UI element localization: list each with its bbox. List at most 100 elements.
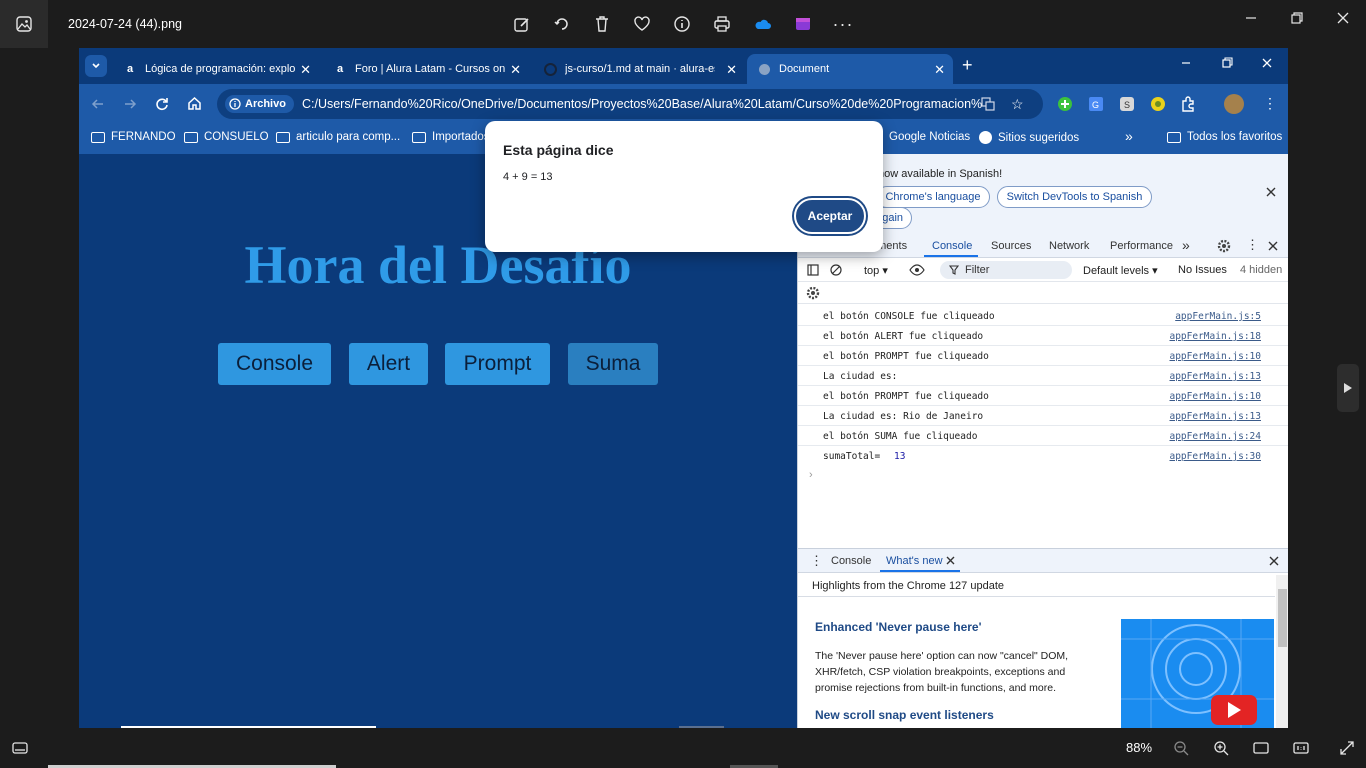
restore-icon[interactable] <box>1283 4 1311 32</box>
extensions-puzzle-icon[interactable] <box>1178 93 1200 115</box>
browser-restore-icon[interactable] <box>1221 57 1233 69</box>
log-source-link[interactable]: appFerMain.js:10 <box>1169 351 1261 362</box>
home-icon[interactable] <box>187 96 202 111</box>
more-options-icon[interactable]: ··· <box>829 10 857 38</box>
drawer-menu-icon[interactable]: ⋮ <box>810 553 823 569</box>
new-tab-icon[interactable]: + <box>962 56 973 74</box>
drawer-tab-whats-new[interactable]: What's new <box>886 555 943 567</box>
tab-console[interactable]: Console <box>932 240 972 252</box>
bookmark-todos-favoritos[interactable]: Todos los favoritos <box>1167 131 1282 143</box>
tab-performance[interactable]: Performance <box>1110 240 1173 252</box>
console-settings-icon[interactable] <box>806 286 820 300</box>
bookmark-folder-articulo[interactable]: articulo para comp... <box>276 131 400 143</box>
bookmark-folder-importados[interactable]: Importados <box>412 131 490 143</box>
tab-foro[interactable]: a Foro | Alura Latam - Cursos onli ✕ <box>323 54 529 84</box>
switch-devtools-spanish-chip[interactable]: Switch DevTools to Spanish <box>997 186 1152 208</box>
console-prompt-icon[interactable]: › <box>809 469 813 481</box>
bookmark-google-noticias[interactable]: Google Noticias <box>889 131 970 143</box>
zoom-in-icon[interactable] <box>1207 734 1235 762</box>
filmstrip-icon[interactable] <box>6 734 34 762</box>
aceptar-button[interactable]: Aceptar <box>794 198 866 234</box>
translate-icon[interactable] <box>981 97 995 111</box>
drawer-tab-console[interactable]: Console <box>831 555 871 567</box>
log-source-link[interactable]: appFerMain.js:5 <box>1175 311 1261 322</box>
scrollbar-thumb[interactable] <box>1278 589 1287 647</box>
log-source-link[interactable]: appFerMain.js:18 <box>1169 331 1261 342</box>
suma-button[interactable]: Suma <box>568 343 658 385</box>
console-button[interactable]: Console <box>218 343 331 385</box>
console-filter-input[interactable]: Filter <box>940 261 1072 279</box>
drawer-close-icon[interactable] <box>1269 556 1279 566</box>
default-levels-dropdown[interactable]: Default levels ▾ <box>1083 264 1158 277</box>
browser-menu-icon[interactable]: ⋮ <box>1263 96 1277 110</box>
tab-sources[interactable]: Sources <box>991 240 1031 252</box>
tab-close-icon[interactable]: ✕ <box>300 62 311 78</box>
feature-video-thumbnail[interactable] <box>1121 619 1274 728</box>
file-badge[interactable]: Archivo <box>225 95 294 113</box>
tab-search-icon[interactable] <box>85 55 107 77</box>
devtools-settings-icon[interactable] <box>1217 239 1231 253</box>
extension-s-icon[interactable]: S <box>1116 93 1138 115</box>
alert-button[interactable]: Alert <box>349 343 428 385</box>
fullscreen-icon[interactable] <box>1333 734 1361 762</box>
reload-icon[interactable] <box>155 97 169 111</box>
browser-close-icon[interactable] <box>1261 57 1273 69</box>
log-source-link[interactable]: appFerMain.js:24 <box>1169 431 1261 442</box>
bookmarks-overflow-icon[interactable]: » <box>1125 128 1133 144</box>
zoom-out-icon[interactable] <box>1167 734 1195 762</box>
tab-logica[interactable]: a Lógica de programación: explor ✕ <box>113 54 319 84</box>
print-icon[interactable] <box>708 10 736 38</box>
banner-close-icon[interactable] <box>1266 187 1276 197</box>
delete-icon[interactable] <box>588 10 616 38</box>
gallery-icon[interactable] <box>0 0 48 48</box>
tab-close-icon[interactable]: ✕ <box>726 62 737 78</box>
back-icon[interactable] <box>91 97 105 111</box>
log-source-link[interactable]: appFerMain.js:30 <box>1169 451 1261 462</box>
extension-yellow-icon[interactable] <box>1147 93 1169 115</box>
drawer-tab-close-icon[interactable] <box>946 556 955 565</box>
next-image-icon[interactable] <box>1337 364 1359 412</box>
log-source-link[interactable]: appFerMain.js:10 <box>1169 391 1261 402</box>
fit-to-window-icon[interactable] <box>1247 734 1275 762</box>
actual-size-icon[interactable] <box>1287 734 1315 762</box>
no-issues-label[interactable]: No Issues <box>1178 264 1227 276</box>
tab-close-icon[interactable]: ✕ <box>510 62 521 78</box>
prompt-button[interactable]: Prompt <box>445 343 550 385</box>
browser-minimize-icon[interactable] <box>1180 57 1192 69</box>
close-icon[interactable] <box>1329 4 1357 32</box>
favorite-icon[interactable] <box>628 10 656 38</box>
log-source-link[interactable]: appFerMain.js:13 <box>1169 371 1261 382</box>
bookmark-star-icon[interactable]: ☆ <box>1011 96 1024 113</box>
more-tabs-icon[interactable]: » <box>1182 237 1190 253</box>
feature-heading[interactable]: Enhanced 'Never pause here' <box>815 620 981 634</box>
sidebar-toggle-icon[interactable] <box>807 264 819 276</box>
clear-console-icon[interactable] <box>830 264 842 276</box>
bookmark-folder-fernando[interactable]: FERNANDO <box>91 131 176 143</box>
devtools-menu-icon[interactable]: ⋮ <box>1246 237 1259 253</box>
rotate-icon[interactable] <box>548 10 576 38</box>
forward-icon[interactable] <box>123 97 137 111</box>
log-source-link[interactable]: appFerMain.js:13 <box>1169 411 1261 422</box>
address-bar[interactable]: Archivo C:/Users/Fernando%20Rico/OneDriv… <box>217 89 1043 119</box>
minimize-icon[interactable] <box>1237 4 1265 32</box>
devtools-close-icon[interactable] <box>1268 241 1278 251</box>
extension-plus-icon[interactable] <box>1054 93 1076 115</box>
google-translate-icon[interactable]: G <box>1085 93 1107 115</box>
eye-icon[interactable] <box>909 264 925 276</box>
onedrive-icon[interactable] <box>749 10 777 38</box>
chrome-language-chip[interactable]: Chrome's language <box>876 186 990 208</box>
context-selector[interactable]: top ▾ <box>864 264 888 277</box>
feature-heading[interactable]: New scroll snap event listeners <box>815 708 994 722</box>
bookmark-sitios-sugeridos[interactable]: Sitios sugeridos <box>979 131 1079 144</box>
clipchamp-icon[interactable] <box>789 10 817 38</box>
tab-js-curso[interactable]: js-curso/1.md at main · alura-es ✕ <box>533 54 745 84</box>
info-icon[interactable] <box>668 10 696 38</box>
tab-document[interactable]: Document ✕ <box>747 54 953 84</box>
edit-icon[interactable] <box>508 10 536 38</box>
tab-network[interactable]: Network <box>1049 240 1089 252</box>
drawer-scrollbar[interactable] <box>1276 575 1288 728</box>
profile-avatar[interactable] <box>1224 94 1244 114</box>
bookmark-folder-consuelo[interactable]: CONSUELO <box>184 131 269 143</box>
tab-close-icon[interactable]: ✕ <box>934 62 945 78</box>
url-text[interactable]: C:/Users/Fernando%20Rico/OneDrive/Docume… <box>302 97 982 111</box>
